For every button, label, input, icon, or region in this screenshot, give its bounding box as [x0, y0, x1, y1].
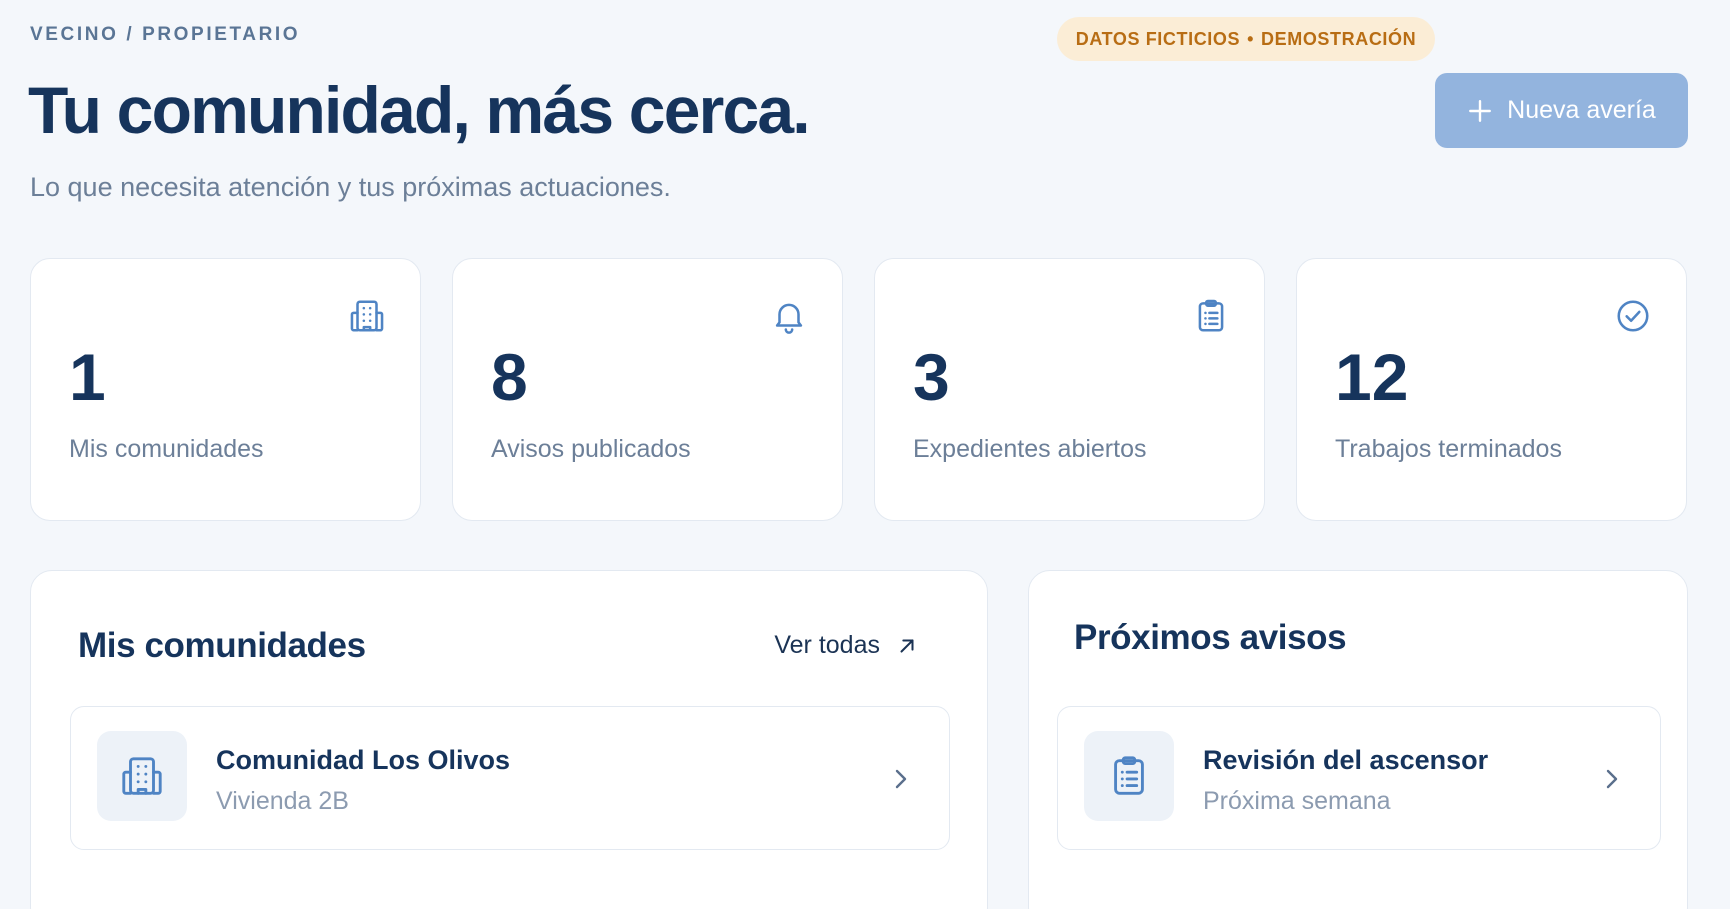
demo-data-badge: DATOS FICTICIOS • DEMOSTRACIÓN — [1057, 17, 1435, 61]
check-circle-icon — [1617, 300, 1649, 332]
stat-value: 3 — [913, 340, 950, 414]
community-list-item[interactable]: Comunidad Los Olivos Vivienda 2B — [70, 706, 950, 850]
role-eyebrow: VECINO / PROPIETARIO — [30, 24, 301, 45]
see-all-label: Ver todas — [774, 631, 880, 659]
notice-list-item[interactable]: Revisión del ascensor Próxima semana — [1057, 706, 1661, 850]
stat-value: 8 — [491, 340, 528, 414]
new-breakdown-button[interactable]: Nueva avería — [1435, 73, 1688, 148]
chevron-right-icon — [895, 769, 907, 789]
building-icon — [350, 300, 384, 332]
bell-icon — [775, 303, 803, 334]
plus-icon — [1469, 99, 1492, 122]
stat-value: 1 — [69, 340, 106, 414]
stat-card-communities[interactable]: 1 Mis comunidades — [30, 258, 421, 521]
notice-title: Revisión del ascensor — [1203, 745, 1489, 775]
stat-card-notices[interactable]: 8 Avisos publicados — [452, 258, 843, 521]
community-unit: Vivienda 2B — [216, 787, 349, 815]
chevron-right-icon — [1606, 769, 1618, 789]
stat-value: 12 — [1335, 340, 1409, 414]
new-breakdown-label: Nueva avería — [1507, 96, 1656, 124]
clipboard-icon — [1114, 756, 1144, 795]
stat-label: Trabajos terminados — [1335, 435, 1562, 463]
stat-label: Expedientes abiertos — [913, 435, 1147, 463]
communities-panel-title: Mis comunidades — [78, 626, 366, 665]
arrow-up-right-icon — [900, 638, 914, 653]
stat-card-open-files[interactable]: 3 Expedientes abiertos — [874, 258, 1265, 521]
page-title: Tu comunidad, más cerca. — [28, 73, 811, 147]
community-thumb — [97, 731, 187, 821]
notice-when: Próxima semana — [1203, 787, 1391, 815]
building-icon — [122, 757, 162, 795]
stat-label: Avisos publicados — [491, 435, 691, 463]
stat-label: Mis comunidades — [69, 435, 264, 463]
page-subtitle: Lo que necesita atención y tus próximas … — [30, 172, 671, 202]
clipboard-icon — [1198, 299, 1224, 332]
demo-badge-right: DEMOSTRACIÓN — [1261, 28, 1417, 49]
upcoming-notices-title: Próximos avisos — [1074, 618, 1347, 657]
demo-badge-separator: • — [1247, 28, 1255, 49]
demo-badge-left: DATOS FICTICIOS — [1075, 28, 1241, 49]
stat-card-finished-jobs[interactable]: 12 Trabajos terminados — [1296, 258, 1687, 521]
community-name: Comunidad Los Olivos — [216, 745, 511, 775]
notice-thumb — [1084, 731, 1174, 821]
dashboard-page: VECINO / PROPIETARIO DATOS FICTICIOS • D… — [0, 0, 1730, 909]
see-all-communities-link[interactable]: Ver todas — [774, 631, 918, 660]
